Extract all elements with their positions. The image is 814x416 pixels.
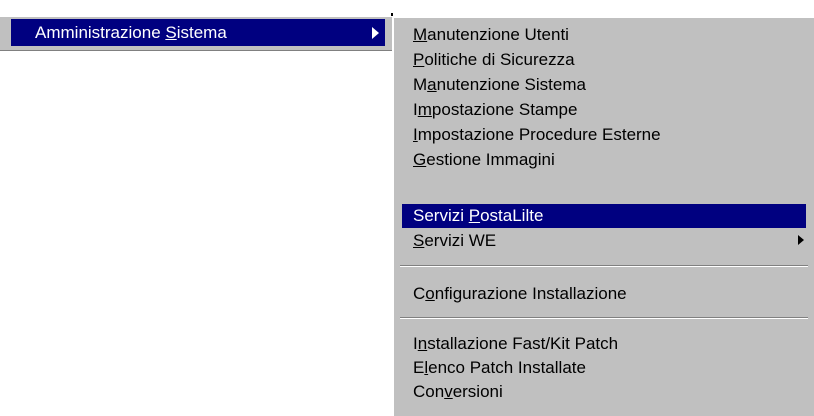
menu-separator xyxy=(400,317,808,319)
menu-item-label: Configurazione Installazione xyxy=(413,284,627,303)
menu-item-configurazione-installazione[interactable]: Configurazione Installazione xyxy=(402,282,806,306)
menu-item-label: Gestione Immagini xyxy=(413,150,555,169)
menu-item-installazione-fast-kit-patch[interactable]: Installazione Fast/Kit Patch xyxy=(402,332,806,356)
menu-item-impostazione-stampe[interactable]: Impostazione Stampe xyxy=(402,98,806,122)
menu-item-label: Elenco Patch Installate xyxy=(413,358,586,377)
menu-item-elenco-patch-installate[interactable]: Elenco Patch Installate xyxy=(402,356,806,380)
menu-item-servizi-postalilte[interactable]: Servizi PostaLilte xyxy=(402,204,806,228)
menu-item-servizi-we[interactable]: Servizi WE xyxy=(402,229,806,253)
menu-item-manutenzione-utenti[interactable]: Manutenzione Utenti xyxy=(402,23,806,47)
menu-item-politiche-sicurezza[interactable]: Politiche di Sicurezza xyxy=(402,48,806,72)
submenu-arrow-icon xyxy=(798,235,804,245)
menu-item-label: Servizi WE xyxy=(413,231,497,250)
menu-item-amministrazione-sistema[interactable]: Amministrazione Sistema xyxy=(11,19,385,46)
menu-item-label: Manutenzione Utenti xyxy=(413,25,569,44)
menu-item-label: Installazione Fast/Kit Patch xyxy=(413,334,619,353)
menu-item-impostazione-procedure-esterne[interactable]: Impostazione Procedure Esterne xyxy=(402,123,806,147)
menu-item-label: Servizi PostaLilte xyxy=(413,206,544,225)
menu-item-label: Impostazione Procedure Esterne xyxy=(413,125,661,144)
menu-item-label: Politiche di Sicurezza xyxy=(413,50,575,69)
submenu-arrow-icon xyxy=(372,27,379,39)
menu-item-manutenzione-sistema[interactable]: Manutenzione Sistema xyxy=(402,73,806,97)
menu-item-label: Amministrazione Sistema xyxy=(35,23,227,42)
menu-item-conversioni[interactable]: Conversioni xyxy=(402,380,806,404)
menu-item-label: Manutenzione Sistema xyxy=(413,75,586,94)
menu-separator xyxy=(400,265,808,267)
submenu: Manutenzione Utenti Politiche di Sicurez… xyxy=(392,16,814,416)
menu-item-gestione-immagini[interactable]: Gestione Immagini xyxy=(402,148,806,172)
menu-item-label: Impostazione Stampe xyxy=(413,100,578,119)
menu-item-label: Conversioni xyxy=(413,382,503,401)
